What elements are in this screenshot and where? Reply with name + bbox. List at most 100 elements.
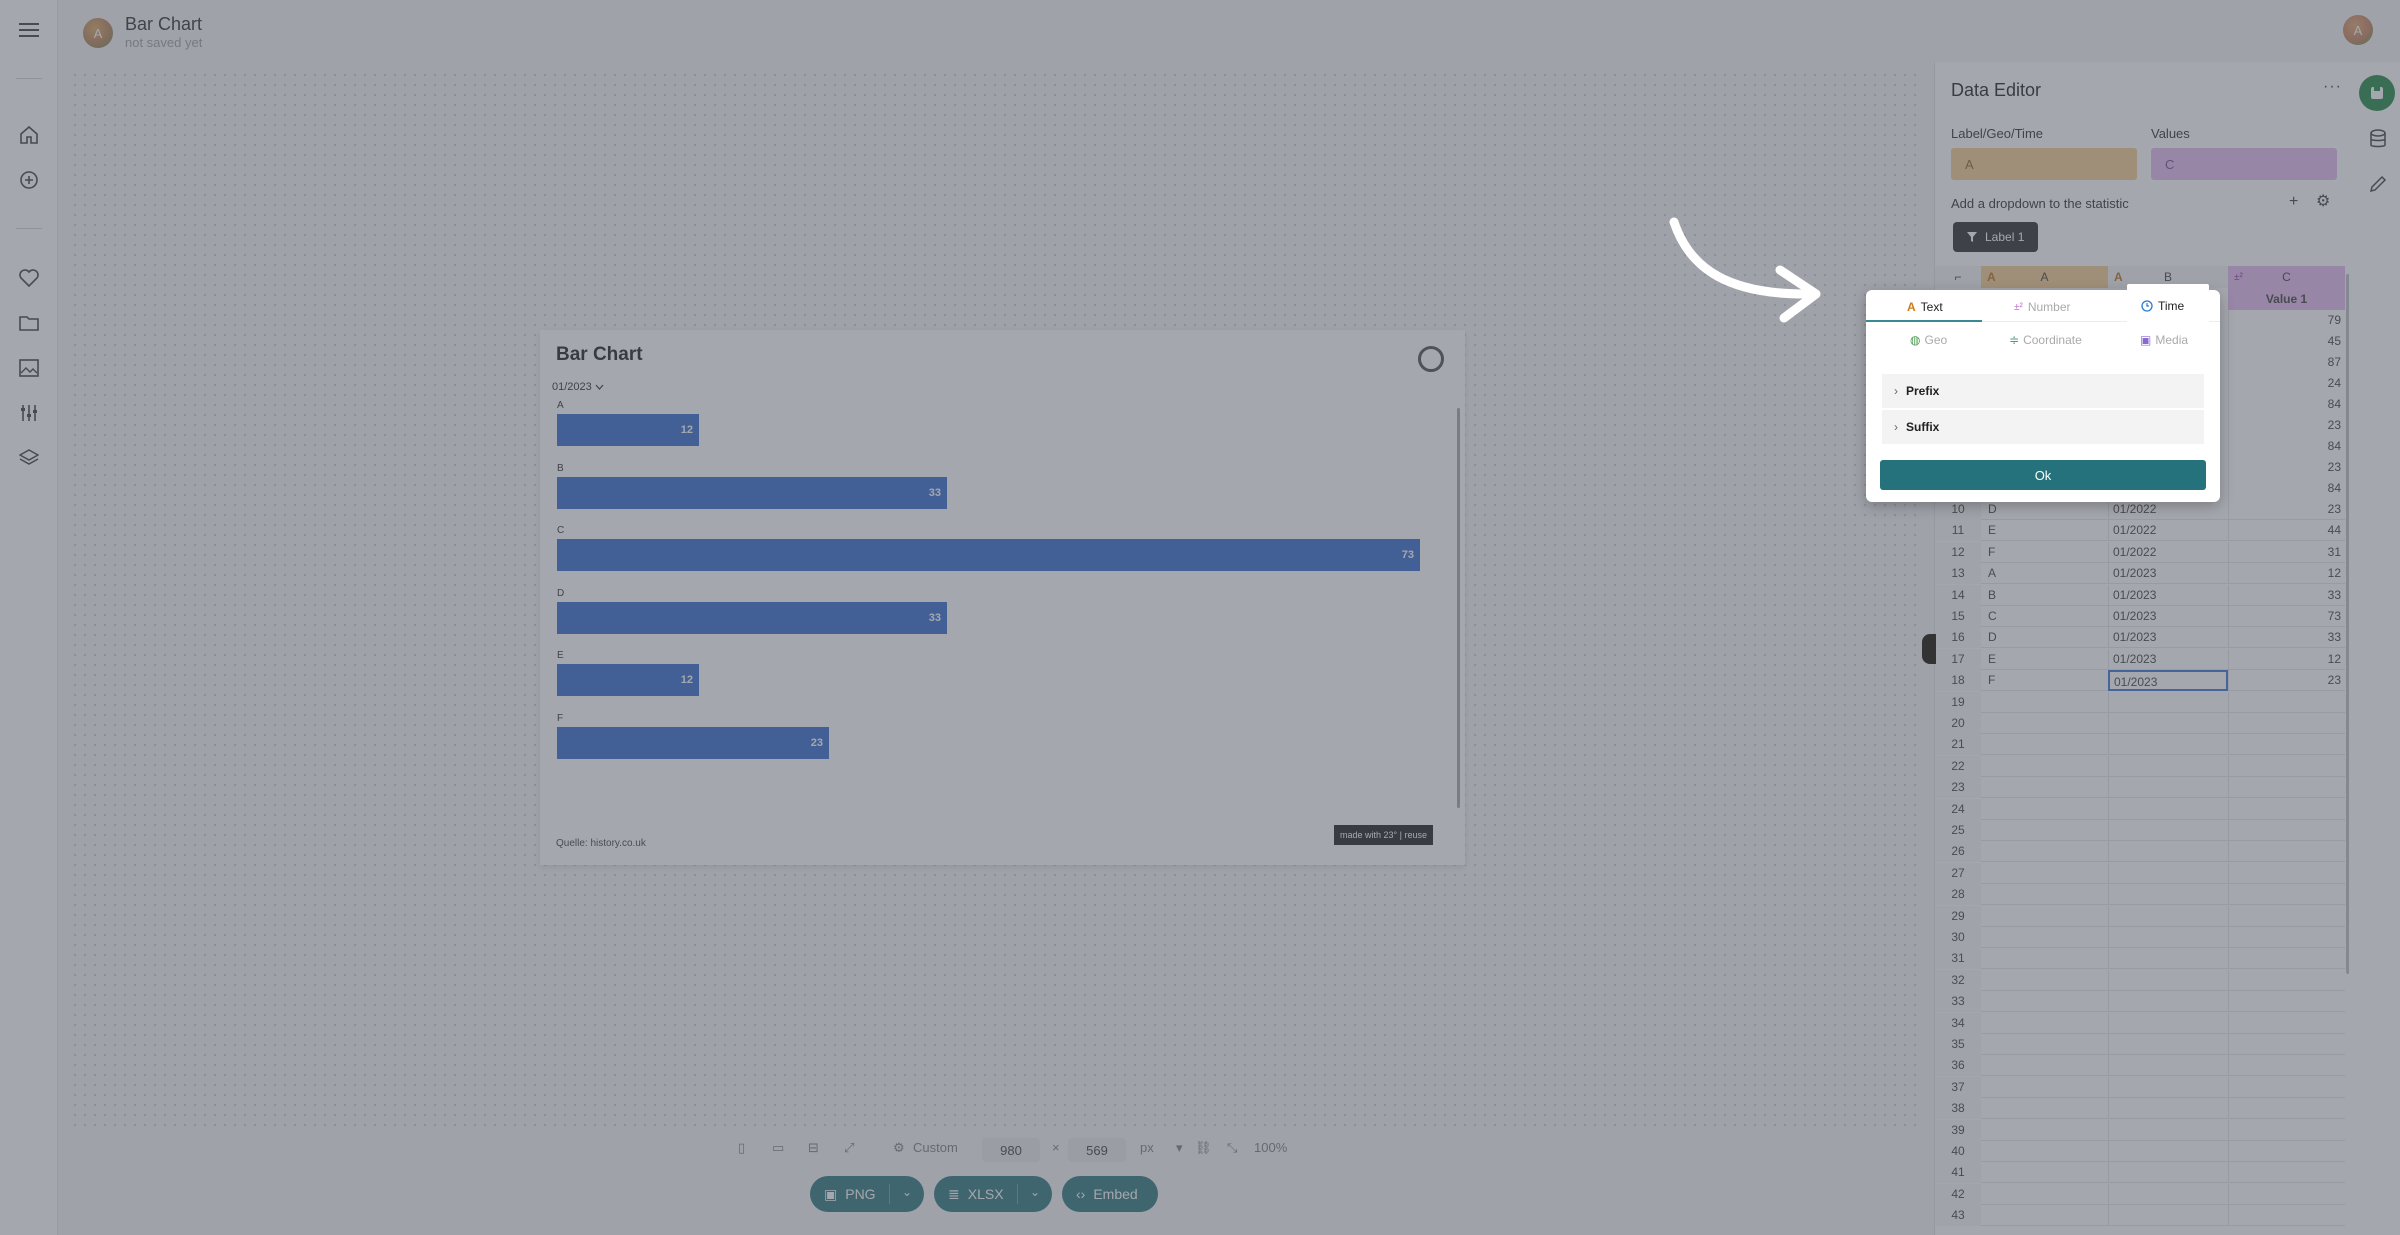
chart-preview[interactable]: Bar Chart 01/2023 A 12 B 33 C 73 D 33 E 12 F 23 Que… xyxy=(540,330,1465,865)
value-cell[interactable] xyxy=(2228,734,2345,756)
menu-icon[interactable] xyxy=(14,15,44,45)
label-column-select[interactable]: A xyxy=(1951,148,2137,180)
bar[interactable]: 12 xyxy=(557,664,699,696)
bar[interactable]: 23 xyxy=(557,726,829,759)
label-1-button[interactable]: Label 1 xyxy=(1953,222,2039,252)
label-cell[interactable]: B xyxy=(1988,585,2108,606)
value-cell[interactable] xyxy=(2228,755,2345,777)
label-cell[interactable]: E xyxy=(1988,649,2108,670)
made-with-badge[interactable]: made with 23° | reuse xyxy=(1334,825,1433,845)
label-cell[interactable] xyxy=(1988,991,2108,1012)
label-cell[interactable]: C xyxy=(1988,606,2108,627)
export-png-button[interactable]: ▣ PNG ⌄ xyxy=(810,1176,924,1212)
label-cell[interactable] xyxy=(1988,948,2108,969)
value-cell[interactable] xyxy=(2228,1119,2345,1141)
time-cell[interactable] xyxy=(2108,713,2228,734)
label-cell[interactable] xyxy=(1988,884,2108,905)
value-cell[interactable]: 12 xyxy=(2228,648,2345,670)
label-cell[interactable] xyxy=(1988,841,2108,862)
value-cell[interactable] xyxy=(2228,841,2345,863)
time-cell[interactable]: 01/2022 xyxy=(2108,499,2228,520)
time-cell[interactable] xyxy=(2108,1076,2228,1098)
value-cell[interactable] xyxy=(2228,1141,2345,1162)
time-cell[interactable] xyxy=(2108,1162,2228,1184)
value-cell[interactable] xyxy=(2228,862,2345,884)
value-cell[interactable]: 84 xyxy=(2228,436,2345,457)
label-cell[interactable] xyxy=(1988,1034,2108,1055)
custom-preset-icon[interactable]: ⚙ xyxy=(893,1140,905,1156)
value-cell[interactable] xyxy=(2228,1205,2345,1227)
link-icon[interactable]: ⛓ xyxy=(1195,1140,1212,1156)
value-cell[interactable]: 23 xyxy=(2228,499,2345,520)
time-cell[interactable] xyxy=(2108,777,2228,799)
time-cell[interactable] xyxy=(2108,969,2228,991)
time-cell[interactable] xyxy=(2108,1055,2228,1077)
time-cell[interactable] xyxy=(2108,734,2228,756)
label-cell[interactable] xyxy=(1988,1162,2108,1183)
plus-icon[interactable]: + xyxy=(2289,193,2298,211)
value-cell[interactable] xyxy=(2228,905,2345,927)
label-cell[interactable]: F xyxy=(1988,542,2108,563)
label-cell[interactable] xyxy=(1988,1055,2108,1076)
bar[interactable]: 33 xyxy=(557,601,947,634)
label-cell[interactable] xyxy=(1988,1141,2108,1162)
image-icon[interactable] xyxy=(14,353,44,383)
label-cell[interactable]: D xyxy=(1988,627,2108,648)
heart-icon[interactable] xyxy=(14,263,44,293)
page-title[interactable]: Bar Chart xyxy=(125,14,202,35)
zoom-icon[interactable]: ⤡ xyxy=(1227,1140,1237,1156)
time-cell[interactable] xyxy=(2108,1119,2228,1141)
sliders-icon[interactable] xyxy=(14,398,44,428)
tablet-size-icon[interactable]: ▭ xyxy=(772,1140,784,1156)
bar[interactable]: 73 xyxy=(557,539,1420,571)
corner-icon[interactable]: ⌐ xyxy=(1935,266,1981,288)
save-button[interactable] xyxy=(2359,75,2395,111)
value-cell[interactable]: 31 xyxy=(2228,541,2345,563)
column-c-header[interactable]: ±² C xyxy=(2228,266,2345,288)
label-cell[interactable] xyxy=(1988,713,2108,734)
time-cell[interactable] xyxy=(2108,1034,2228,1055)
time-cell[interactable]: 01/2023 xyxy=(2108,584,2228,606)
label-cell[interactable]: E xyxy=(1988,520,2108,541)
tab-geo[interactable]: ◍ Geo xyxy=(1910,330,1947,350)
value-cell[interactable] xyxy=(2228,1034,2345,1055)
value-cell[interactable]: 79 xyxy=(2228,310,2345,331)
time-cell[interactable] xyxy=(2108,948,2228,970)
value-cell[interactable] xyxy=(2228,991,2345,1013)
embed-button[interactable]: ‹› Embed xyxy=(1062,1176,1158,1212)
selected-time-cell[interactable]: 01/2023 xyxy=(2108,670,2228,692)
plus-circle-icon[interactable] xyxy=(14,165,44,195)
user-avatar[interactable]: A xyxy=(2343,15,2373,45)
time-cell[interactable]: 01/2022 xyxy=(2108,541,2228,563)
value-cell[interactable]: 33 xyxy=(2228,584,2345,606)
label-cell[interactable] xyxy=(1988,970,2108,991)
tab-time[interactable]: Time xyxy=(2141,295,2184,317)
value-cell[interactable] xyxy=(2228,884,2345,906)
value-cell[interactable]: 45 xyxy=(2228,331,2345,352)
time-cell[interactable] xyxy=(2108,927,2228,948)
label-cell[interactable]: D xyxy=(1988,499,2108,520)
bar[interactable]: 12 xyxy=(557,414,699,446)
values-column-select[interactable]: C xyxy=(2151,148,2337,180)
gear-icon[interactable]: ⚙ xyxy=(2316,191,2330,211)
time-cell[interactable]: 01/2023 xyxy=(2108,627,2228,649)
time-cell[interactable] xyxy=(2108,820,2228,841)
value-cell[interactable]: 84 xyxy=(2228,394,2345,415)
value-cell[interactable] xyxy=(2228,969,2345,991)
tab-coordinate[interactable]: ≑ Coordinate xyxy=(2009,330,2082,350)
value-cell[interactable] xyxy=(2228,691,2345,713)
chart-scrollbar[interactable] xyxy=(1457,408,1460,808)
label-cell[interactable] xyxy=(1988,1120,2108,1141)
fullscreen-icon[interactable]: ⤢ xyxy=(844,1140,854,1156)
time-cell[interactable] xyxy=(2108,1205,2228,1227)
label-cell[interactable] xyxy=(1988,927,2108,948)
label-cell[interactable] xyxy=(1988,799,2108,820)
value-cell[interactable] xyxy=(2228,1162,2345,1184)
time-cell[interactable] xyxy=(2108,1012,2228,1034)
time-cell[interactable]: 01/2023 xyxy=(2108,648,2228,670)
laptop-size-icon[interactable]: ⊟ xyxy=(808,1140,819,1156)
value-cell[interactable] xyxy=(2228,927,2345,948)
panel-collapse-handle[interactable] xyxy=(1922,634,1936,664)
time-cell[interactable] xyxy=(2108,905,2228,927)
database-icon[interactable] xyxy=(2364,125,2392,153)
